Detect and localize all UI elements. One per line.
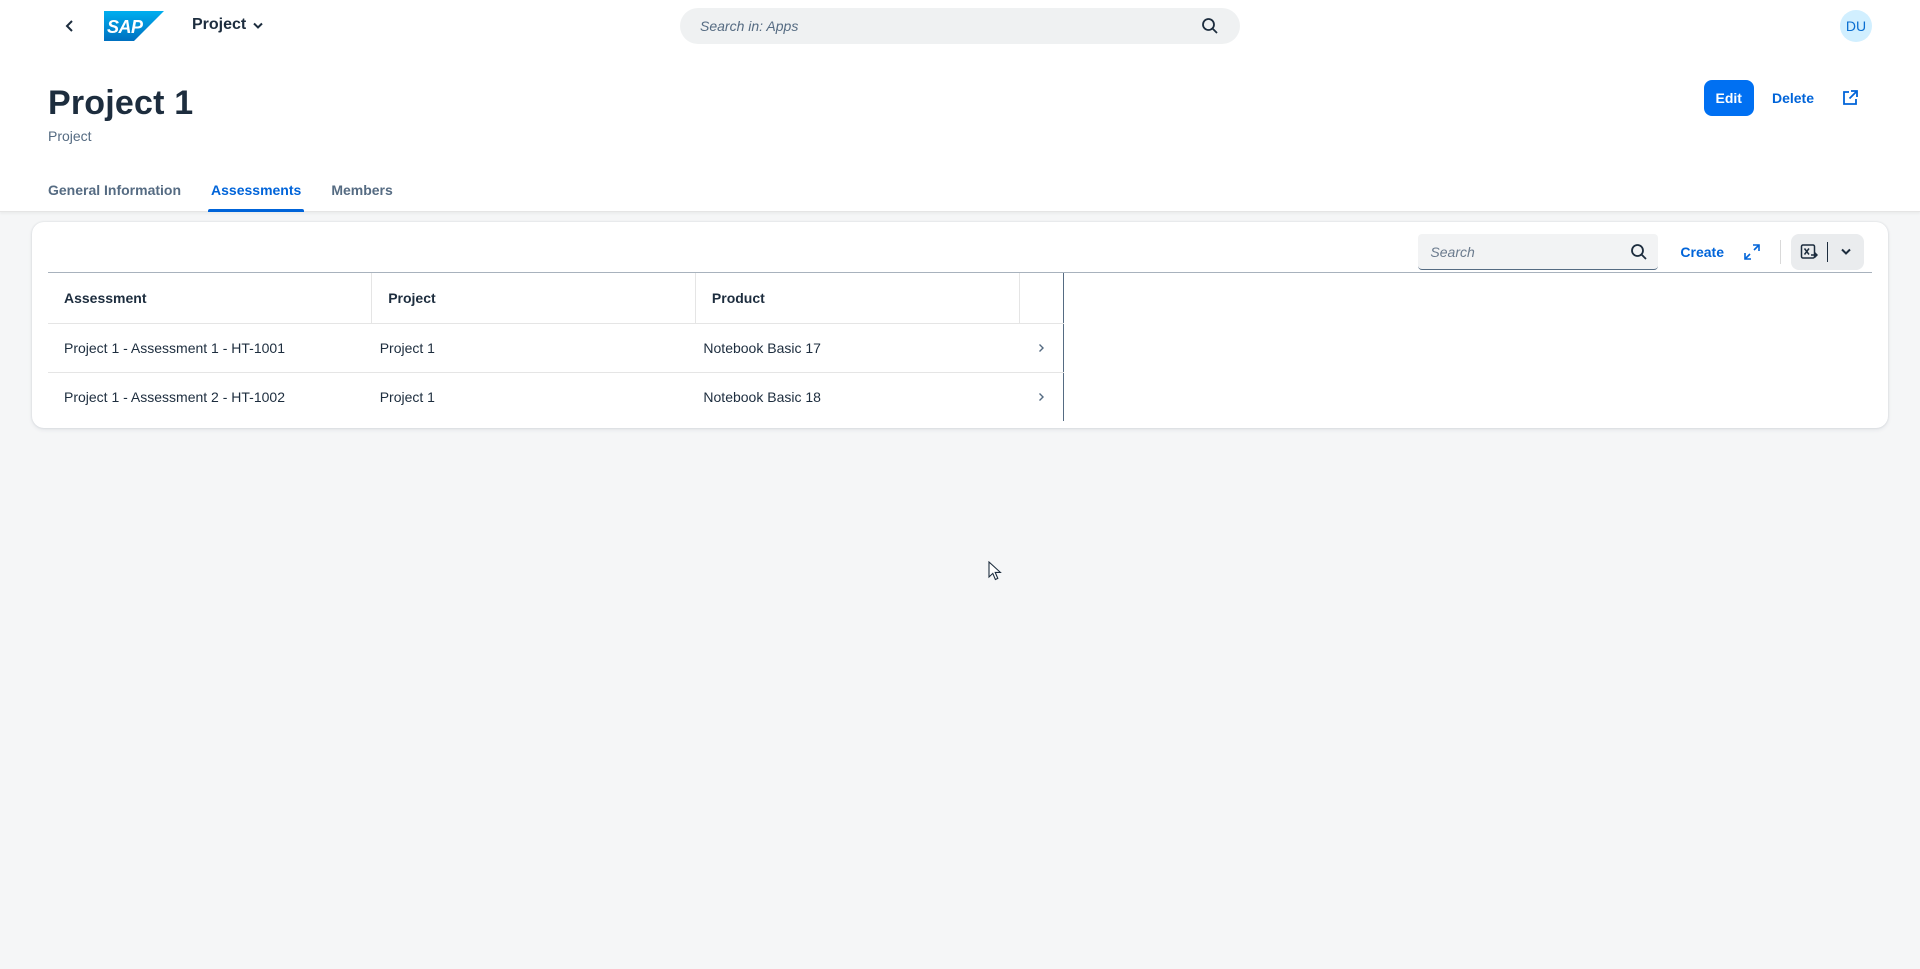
table-row[interactable]: Project 1 - Assessment 2 - HT-1002 Proje… [48,372,1065,421]
table-search-input[interactable] [1430,243,1631,260]
fullscreen-button[interactable] [1734,234,1770,270]
tab-bar: General Information Assessments Members [48,168,393,212]
cell-assessment: Project 1 - Assessment 2 - HT-1002 [64,388,285,405]
table-header-row: Assessment Project Product [48,273,1065,324]
fullscreen-icon [1744,244,1760,260]
share-icon [1843,90,1858,105]
chevron-right-icon [1031,387,1051,407]
object-header: Project 1 Project Edit Delete General In… [0,52,1920,212]
chevron-left-icon [65,20,73,32]
chevron-down-icon [253,22,263,29]
column-header-navigation [1019,273,1065,324]
excel-export-icon [1800,244,1818,259]
header-actions: Edit Delete [1703,80,1868,116]
sap-logo-text: SAP [107,17,144,37]
toolbar-divider [1780,240,1781,264]
column-header-assessment[interactable]: Assessment [48,273,373,324]
cell-project: Project 1 [371,323,696,373]
app-title-menu[interactable]: Project [192,16,264,34]
assessments-table: Assessment Project Product Project 1 - A… [48,273,1065,421]
shell-search[interactable] [680,8,1240,44]
table-search[interactable] [1418,234,1659,270]
create-button[interactable]: Create [1670,234,1734,270]
search-icon[interactable] [1630,243,1648,261]
share-button[interactable] [1832,80,1868,116]
export-menu-button[interactable] [1828,234,1864,270]
mouse-cursor-icon [988,561,1002,581]
tab-members[interactable]: Members [331,168,392,212]
assessments-card: Create [32,222,1888,428]
export-split-button[interactable] [1791,234,1864,270]
export-button[interactable] [1791,234,1827,270]
column-header-product[interactable]: Product [695,273,1020,324]
cell-assessment: Project 1 - Assessment 1 - HT-1001 [48,323,372,373]
tab-assessments[interactable]: Assessments [208,168,305,212]
cell-product: Notebook Basic 17 [695,323,1020,373]
column-header-project[interactable]: Project [371,273,696,324]
page-subtitle: Project [48,128,92,144]
back-button[interactable] [58,12,82,40]
edit-button[interactable]: Edit [1703,80,1754,116]
table-row[interactable]: Project 1 - Assessment 1 - HT-1001 Proje… [48,323,1065,373]
page-title: Project 1 [48,84,194,122]
sap-logo[interactable]: SAP [104,11,164,41]
app-title: Project [192,16,247,33]
delete-button[interactable]: Delete [1762,80,1824,116]
tab-general-information[interactable]: General Information [48,168,181,212]
chevron-right-icon [1031,338,1051,358]
row-navigation[interactable] [1019,372,1065,421]
avatar[interactable]: DU [1840,10,1872,42]
shell-search-input[interactable] [700,18,1200,34]
chevron-down-icon [1841,248,1851,255]
cell-project: Project 1 [379,388,435,405]
cell-product: Notebook Basic 18 [703,388,821,405]
search-icon[interactable] [1200,16,1220,36]
shell-bar: SAP Project DU [0,0,1920,52]
table-toolbar: Create [1418,234,1864,270]
row-navigation[interactable] [1019,323,1065,373]
